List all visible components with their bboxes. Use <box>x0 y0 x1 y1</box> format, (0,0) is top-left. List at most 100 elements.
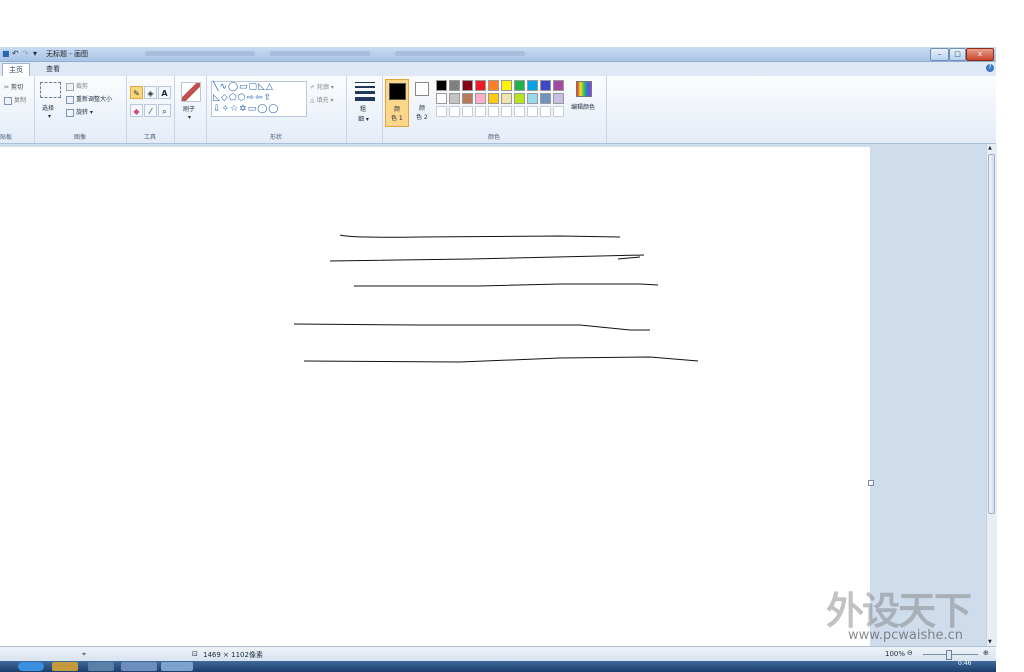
edit-colors-button[interactable]: 编辑颜色 <box>571 102 595 111</box>
eraser-icon[interactable]: ◆ <box>130 104 143 117</box>
color2-label-1: 颜 <box>419 105 426 112</box>
text-tool-icon[interactable]: A <box>158 86 171 99</box>
crop-button[interactable]: 裁剪 <box>66 81 88 91</box>
shapes-row-2[interactable]: ◺◇⬠⬡⇨⇦⇧ <box>213 93 272 103</box>
palette-swatch[interactable] <box>436 93 447 104</box>
help-icon[interactable]: ? <box>986 64 994 72</box>
shapes-row-1[interactable]: ╲∿◯▭▢◺△ <box>213 82 274 92</box>
quick-access-dropdown-icon[interactable]: ▾ <box>33 49 37 58</box>
palette-swatch[interactable] <box>449 80 460 91</box>
taskbar-app-icon[interactable] <box>88 662 114 671</box>
palette-swatch[interactable] <box>475 106 486 117</box>
palette-swatch[interactable] <box>514 93 525 104</box>
edit-colors-icon[interactable] <box>576 81 592 97</box>
color2-button[interactable]: 颜 色 2 <box>412 79 434 127</box>
select-button[interactable]: 选择 <box>42 103 54 112</box>
resize-button[interactable]: 重新调整大小 <box>66 94 112 104</box>
drawing-canvas[interactable] <box>0 147 874 646</box>
shapes-gallery[interactable]: ╲∿◯▭▢◺△ ◺◇⬠⬡⇨⇦⇧ ⇩✧☆✡▭◯◯ <box>211 81 307 117</box>
taskbar-paint-icon[interactable] <box>161 662 193 671</box>
status-bar: ⌖ ⊡ 1469 × 1102像素 100% ⊖ ⊕ <box>0 646 996 662</box>
taskbar-clock: 0:46 <box>958 660 972 667</box>
palette-swatch[interactable] <box>553 80 564 91</box>
tab-view[interactable]: 查看 <box>40 63 66 75</box>
shapes-row-3[interactable]: ⇩✧☆✡▭◯◯ <box>213 104 279 114</box>
taskbar: 0:46 <box>0 660 996 672</box>
palette-swatch[interactable] <box>527 106 538 117</box>
close-button[interactable]: x <box>966 48 994 61</box>
cut-button[interactable]: ✂ 剪切 <box>4 82 23 91</box>
paint-app-icon[interactable]: ■ <box>2 49 10 58</box>
start-button[interactable] <box>18 662 44 671</box>
vertical-scrollbar[interactable]: ▲ ▼ <box>986 144 997 646</box>
palette-swatch[interactable] <box>553 106 564 117</box>
tab-home[interactable]: 主页 <box>2 63 30 76</box>
zoom-slider-thumb[interactable] <box>946 650 952 660</box>
line-width-icon[interactable] <box>355 82 375 101</box>
maximize-button[interactable]: □ <box>949 48 966 61</box>
color2-label-2: 色 2 <box>416 114 428 121</box>
outline-button[interactable]: ✐ 轮廓 ▾ <box>310 82 334 91</box>
magnifier-icon[interactable]: ⌕ <box>158 104 171 117</box>
palette-swatch[interactable] <box>475 80 486 91</box>
color1-button[interactable]: 颜 色 1 <box>385 79 409 127</box>
image-group: 选择 ▾ 裁剪 重新调整大小 旋转 ▾ 图像 <box>34 76 127 143</box>
clipboard-group: ✂ 剪切 复制 贴板 <box>0 76 35 143</box>
zoom-out-button[interactable]: ⊖ <box>907 649 913 657</box>
scroll-up-icon[interactable]: ▲ <box>988 145 992 151</box>
pencil-icon[interactable]: ✎ <box>130 86 143 99</box>
palette-swatch[interactable] <box>527 93 538 104</box>
redo-icon[interactable]: ↷ <box>22 49 29 58</box>
palette-swatch[interactable] <box>540 93 551 104</box>
brushes-dropdown-icon[interactable]: ▾ <box>188 114 191 121</box>
taskbar-explorer-icon[interactable] <box>52 662 78 671</box>
palette-swatch[interactable] <box>514 80 525 91</box>
outline-icon: ✐ <box>310 84 316 91</box>
brush-icon[interactable] <box>181 82 201 102</box>
color1-swatch <box>389 83 406 100</box>
palette-swatch[interactable] <box>540 106 551 117</box>
palette-swatch[interactable] <box>488 93 499 104</box>
select-icon[interactable] <box>40 82 61 98</box>
palette-swatch[interactable] <box>514 106 525 117</box>
shapes-group: ╲∿◯▭▢◺△ ◺◇⬠⬡⇨⇦⇧ ⇩✧☆✡▭◯◯ ✐ 轮廓 ▾ ◬ 填充 ▾ 形状 <box>206 76 347 143</box>
taskbar-media-icon[interactable] <box>121 662 157 671</box>
palette-swatch[interactable] <box>436 106 447 117</box>
zoom-level: 100% <box>885 650 906 658</box>
palette-swatch[interactable] <box>436 80 447 91</box>
image-size-text: 1469 × 1102像素 <box>203 651 263 659</box>
palette-swatch[interactable] <box>449 93 460 104</box>
copy-button[interactable]: 复制 <box>4 95 26 105</box>
palette-swatch[interactable] <box>488 80 499 91</box>
palette-swatch[interactable] <box>553 93 564 104</box>
palette-swatch[interactable] <box>501 93 512 104</box>
size-group: 粗 细 ▾ <box>346 76 383 143</box>
scroll-down-icon[interactable]: ▼ <box>988 639 992 645</box>
select-dropdown-icon[interactable]: ▾ <box>48 113 51 120</box>
brushes-button[interactable]: 刷子 <box>183 104 195 113</box>
drawn-strokes <box>293 234 699 363</box>
stroke-2 <box>329 254 645 262</box>
undo-icon[interactable]: ↶ <box>12 49 19 58</box>
palette-swatch[interactable] <box>501 106 512 117</box>
palette-swatch[interactable] <box>462 80 473 91</box>
palette-swatch[interactable] <box>527 80 538 91</box>
canvas-resize-handle[interactable] <box>868 480 874 486</box>
palette-swatch[interactable] <box>501 80 512 91</box>
minimize-button[interactable]: – <box>930 48 949 61</box>
size-label-1[interactable]: 粗 <box>360 104 366 113</box>
size-label-2[interactable]: 细 ▾ <box>358 114 369 123</box>
scroll-thumb[interactable] <box>988 154 995 514</box>
palette-swatch[interactable] <box>462 106 473 117</box>
palette-swatch[interactable] <box>488 106 499 117</box>
palette-swatch[interactable] <box>475 93 486 104</box>
palette-swatch[interactable] <box>540 80 551 91</box>
color-picker-icon[interactable]: ⁄ <box>144 104 157 117</box>
fill-button[interactable]: ◬ 填充 ▾ <box>310 95 333 104</box>
rotate-button[interactable]: 旋转 ▾ <box>66 107 93 117</box>
palette-swatch[interactable] <box>462 93 473 104</box>
palette-swatch[interactable] <box>449 106 460 117</box>
zoom-in-button[interactable]: ⊕ <box>983 649 989 657</box>
fill-bucket-icon[interactable]: ◈ <box>144 86 157 99</box>
color1-label-2: 色 1 <box>391 115 403 122</box>
